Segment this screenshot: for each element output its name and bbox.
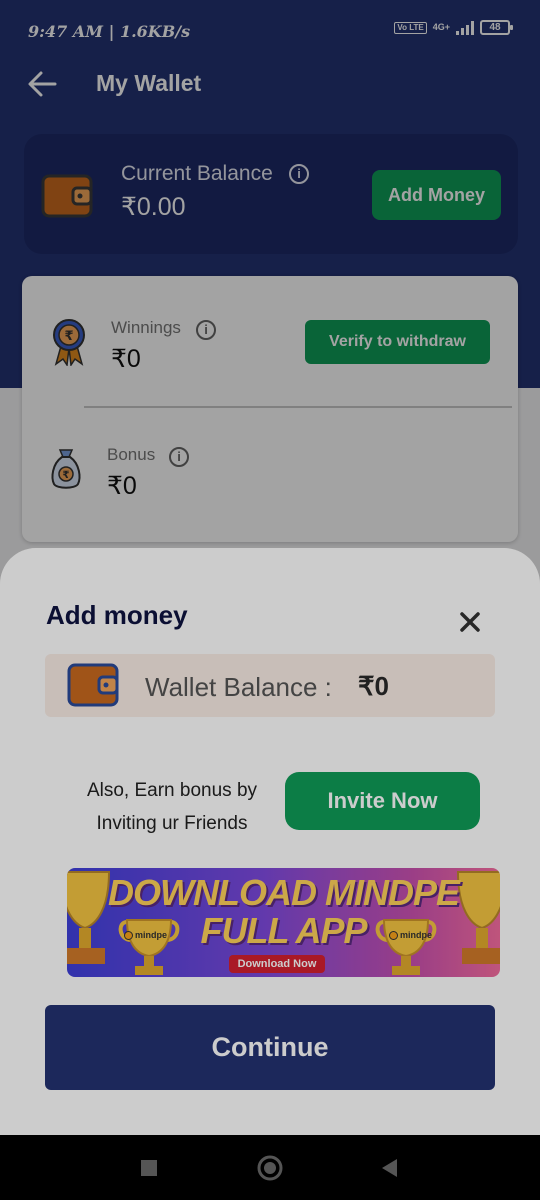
invite-now-button[interactable]: Invite Now [285,772,480,830]
add-money-sheet: Add money Wallet Balance : ₹0 Also, Earn… [0,548,540,1135]
wallet-balance-label: Wallet Balance : [145,672,332,702]
close-button[interactable] [452,604,488,640]
banner-headline-2: FULL APP [200,910,367,951]
system-nav-bar [0,1135,540,1200]
square-icon [141,1160,157,1176]
home-button[interactable] [256,1154,284,1182]
invite-bonus-text: Also, Earn bonus by Inviting ur Friends [52,774,292,840]
wallet-balance-bar: Wallet Balance : ₹0 [45,654,495,717]
triangle-back-icon [382,1159,397,1177]
invite-bonus-line1: Also, Earn bonus by [86,780,258,801]
sheet-title: Add money [46,600,188,630]
close-icon [460,612,480,632]
banner-headline-1: DOWNLOAD MINDPE [108,872,460,913]
download-now-button[interactable]: Download Now [229,955,325,973]
system-back-button[interactable] [376,1154,404,1182]
recents-button[interactable] [135,1154,163,1182]
circle-icon [257,1155,283,1181]
invite-bonus-line2: Inviting ur Friends [96,813,248,834]
download-app-banner[interactable]: mindpe mindpe DOWNLOAD MINDPE FULL APP D… [67,868,500,977]
wallet-balance-value: ₹0 [358,671,390,701]
continue-button[interactable]: Continue [45,1005,495,1090]
wallet-icon [67,663,119,707]
